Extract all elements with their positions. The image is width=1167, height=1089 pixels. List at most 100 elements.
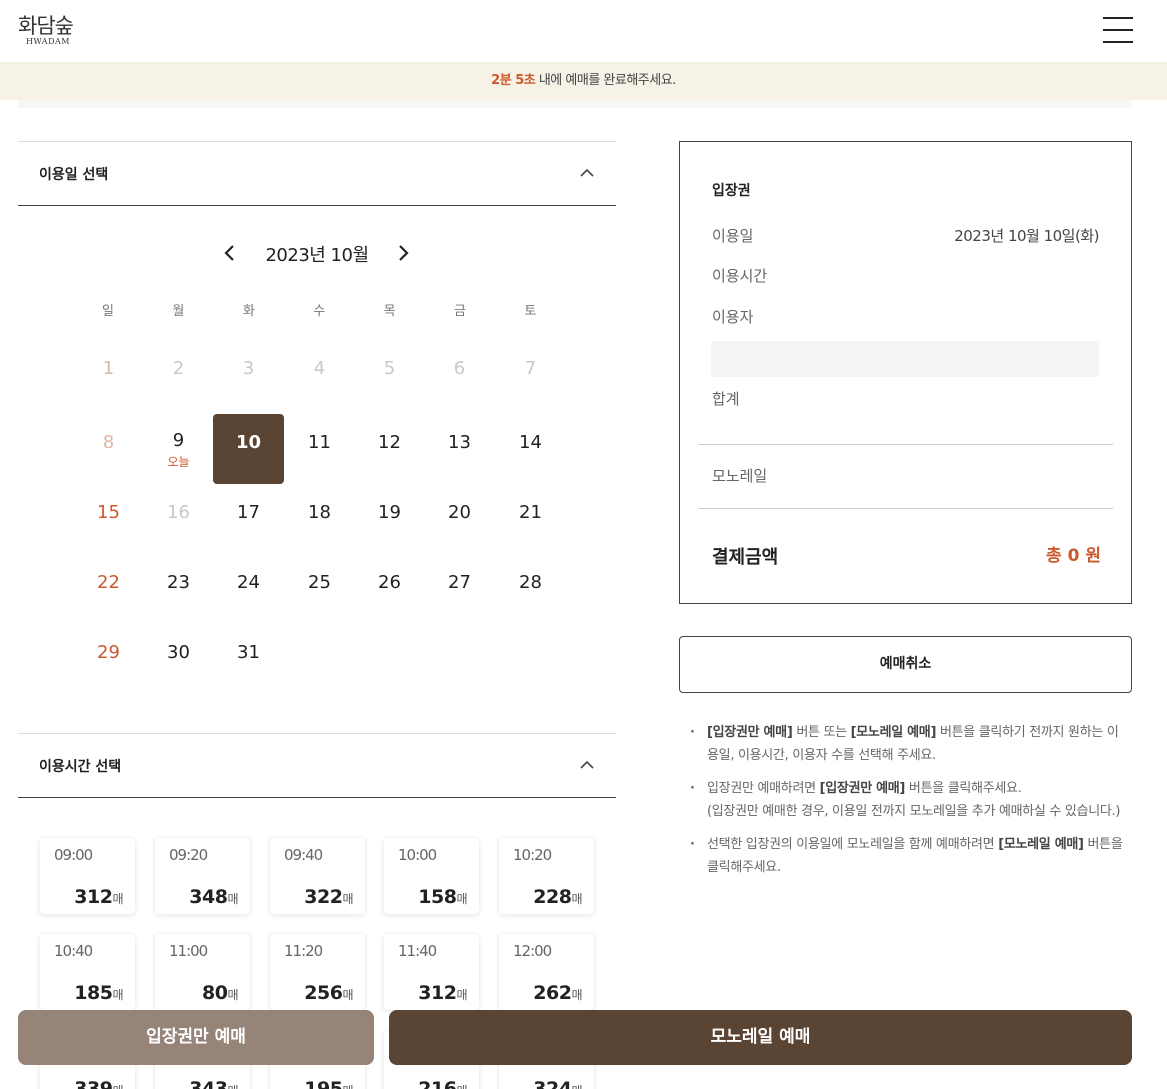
user-label: 이용자 <box>712 308 754 326</box>
weekday-label: 금 <box>454 304 466 319</box>
calendar-day[interactable]: 23 <box>143 554 214 624</box>
summary-title: 입장권 <box>712 183 751 199</box>
payment-label: 결제금액 <box>712 547 779 568</box>
calendar-day[interactable]: 19 <box>354 484 425 554</box>
timer-message: 내에 예매를 완료해주세요. <box>535 73 676 88</box>
calendar-day: 2 <box>172 358 185 379</box>
timer-countdown: 2분 5초 <box>491 73 536 88</box>
slot-count: 312매 <box>418 982 467 1004</box>
time-slot[interactable]: 09:20 348매 <box>155 838 250 914</box>
weekday-label: 월 <box>172 304 185 319</box>
total-label: 합계 <box>712 390 740 408</box>
divider <box>698 444 1113 445</box>
note-item: 선택한 입장권의 이용일에 모노레일을 함께 예매하려면 [모노레일 예매] 버… <box>690 833 1130 879</box>
timer-strip <box>18 100 1132 108</box>
slot-count: 256매 <box>304 982 353 1004</box>
calendar-day[interactable]: 9 오늘 <box>143 414 214 484</box>
time-section-title: 이용시간 선택 <box>39 759 122 775</box>
today-label: 오늘 <box>167 455 190 469</box>
calendar-day: 3 <box>242 358 255 379</box>
slot-count: 322매 <box>304 886 353 908</box>
ticket-only-button[interactable]: 입장권만 예매 <box>18 1010 374 1065</box>
slot-time: 12:00 <box>513 942 552 960</box>
calendar-day[interactable]: 21 <box>495 484 566 554</box>
slot-time: 11:20 <box>284 942 323 960</box>
calendar-day[interactable]: 11 <box>284 414 355 484</box>
calendar-day[interactable]: 14 <box>495 414 566 484</box>
slot-time: 09:20 <box>169 846 208 864</box>
time-slot[interactable]: 11:40 312매 <box>384 934 479 1010</box>
chevron-up-icon[interactable] <box>580 166 594 180</box>
weekday-label: 일 <box>102 304 114 319</box>
slot-count: 324매 <box>533 1078 582 1089</box>
slot-count: 158매 <box>418 886 467 908</box>
calendar-day: 4 <box>313 358 326 379</box>
calendar-day[interactable]: 25 <box>284 554 355 624</box>
calendar-day[interactable]: 15 <box>73 484 144 554</box>
slot-count: 228매 <box>533 886 582 908</box>
slot-count: 216매 <box>418 1078 467 1089</box>
slot-time: 11:40 <box>398 942 437 960</box>
timer-banner: 2분 5초 내에 예매를 완료해주세요. <box>0 62 1167 100</box>
calendar-day[interactable]: 12 <box>354 414 425 484</box>
chevron-right-icon[interactable] <box>395 244 411 262</box>
weekday-label: 화 <box>242 304 255 319</box>
payment-value: 총 0 원 <box>1046 546 1101 566</box>
calendar-day[interactable]: 27 <box>424 554 495 624</box>
slot-count: 348매 <box>189 886 238 908</box>
calendar-day[interactable]: 17 <box>213 484 284 554</box>
time-slot[interactable]: 11:20 256매 <box>270 934 365 1010</box>
chevron-up-icon[interactable] <box>580 758 594 772</box>
calendar-day[interactable]: 28 <box>495 554 566 624</box>
slot-count: 185매 <box>74 982 123 1004</box>
calendar-day: 6 <box>453 358 466 379</box>
time-slot[interactable]: 11:00 80매 <box>155 934 250 1010</box>
weekday-label: 목 <box>383 304 396 319</box>
calendar-nav: 2023년 10월 <box>0 238 636 268</box>
chevron-left-icon[interactable] <box>222 244 238 262</box>
slot-count: 262매 <box>533 982 582 1004</box>
time-slot[interactable]: 10:20 228매 <box>499 838 594 914</box>
calendar-day[interactable]: 24 <box>213 554 284 624</box>
time-slot[interactable]: 10:40 185매 <box>40 934 135 1010</box>
header: 화담숲 HWADAM <box>0 0 1167 62</box>
date-section-title: 이용일 선택 <box>39 167 109 183</box>
weekday-label: 수 <box>313 304 326 319</box>
slot-time: 10:20 <box>513 846 552 864</box>
calendar-day[interactable]: 31 <box>213 624 284 694</box>
time-section-header[interactable]: 이용시간 선택 <box>18 733 616 798</box>
slot-count: 195매 <box>304 1078 353 1089</box>
time-slot[interactable]: 12:00 262매 <box>499 934 594 1010</box>
note-item: [입장권만 예매] 버튼 또는 [모노레일 예매] 버튼을 클릭하기 전까지 원… <box>690 721 1130 767</box>
calendar-day[interactable]: 29 <box>73 624 144 694</box>
slot-time: 09:40 <box>284 846 323 864</box>
hamburger-menu-icon[interactable] <box>1103 17 1133 43</box>
user-count-box <box>711 341 1099 377</box>
calendar-day[interactable]: 30 <box>143 624 214 694</box>
slot-time: 09:00 <box>54 846 93 864</box>
divider <box>698 508 1113 509</box>
calendar-day: 8 <box>102 432 115 453</box>
monorail-booking-button[interactable]: 모노레일 예매 <box>389 1010 1132 1065</box>
logo[interactable]: 화담숲 <box>18 10 74 40</box>
monorail-label: 모노레일 <box>712 467 768 485</box>
cancel-booking-button[interactable]: 예매취소 <box>679 636 1132 693</box>
time-slot[interactable]: 09:40 322매 <box>270 838 365 914</box>
calendar-day[interactable]: 18 <box>284 484 355 554</box>
note-item: 입장권만 예매하려면 [입장권만 예매] 버튼을 클릭해주세요.(입장권만 예매… <box>690 777 1130 823</box>
time-label: 이용시간 <box>712 267 768 285</box>
slot-count: 80매 <box>202 982 238 1004</box>
date-section-header[interactable]: 이용일 선택 <box>18 141 616 206</box>
calendar-day[interactable]: 20 <box>424 484 495 554</box>
calendar-day[interactable]: 22 <box>73 554 144 624</box>
time-slot[interactable]: 09:00 312매 <box>40 838 135 914</box>
date-value: 2023년 10월 10일(화) <box>954 227 1099 245</box>
calendar-day[interactable]: 26 <box>354 554 425 624</box>
calendar-weekdays: 일월화수목금토 <box>73 300 567 320</box>
calendar-month-title: 2023년 10월 <box>265 245 369 266</box>
time-slot[interactable]: 10:00 158매 <box>384 838 479 914</box>
calendar-day[interactable]: 10 <box>213 414 284 484</box>
date-label: 이용일 <box>712 227 754 245</box>
calendar-day[interactable]: 13 <box>424 414 495 484</box>
logo-subtitle: HWADAM <box>26 37 70 46</box>
